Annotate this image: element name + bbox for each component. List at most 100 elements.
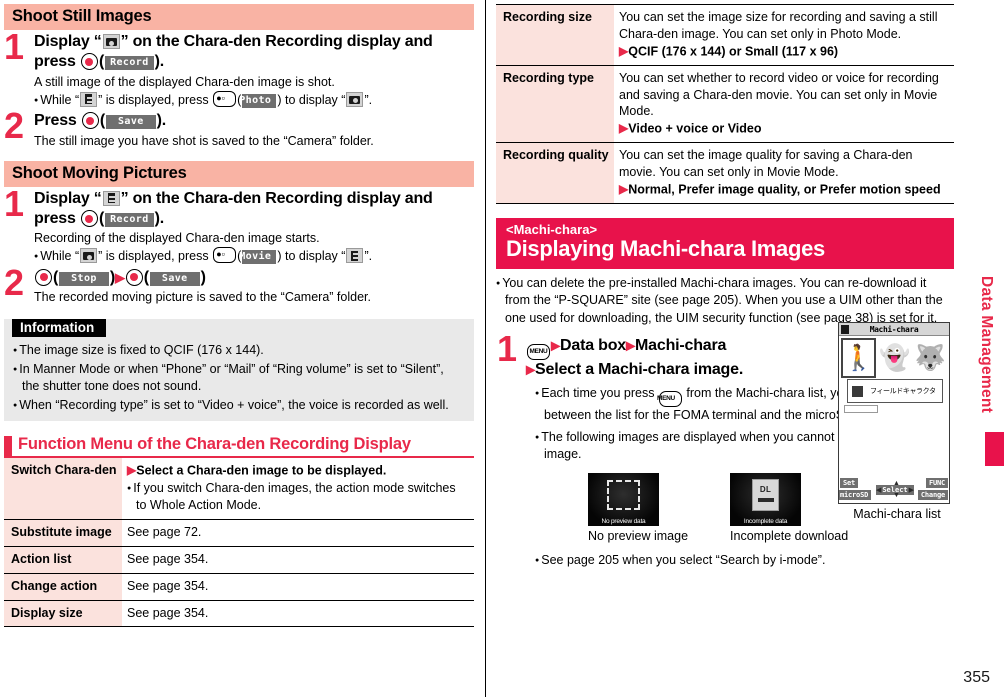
step-title-end: ). [156,112,167,130]
row-name: Action list [4,546,122,574]
movie-icon [346,248,364,264]
thumb-inner-caption: Incomplete data [743,517,788,525]
arrow-left-icon: ◀ [876,487,882,494]
table-row: Switch Chara-den ▶Select a Chara-den ima… [4,458,474,521]
row-subnote: If you switch Chara-den images, the acti… [127,480,469,514]
left-column: Shoot Still Images 1 Display “” on the C… [4,4,474,628]
menu-key-icon: MENU [527,343,550,360]
arrow-down-icon: ▼ [893,492,900,499]
row-desc-text: You can set whether to record video or v… [619,70,939,119]
phone-screen: Machi-chara 🚶 👻 🐺 フィールドキャラクター Set microS… [838,322,950,504]
red-arrow-icon: ▶ [114,269,125,285]
softkey-record: Record [105,213,154,227]
row-desc-text: You can set the image quality for saving… [619,148,913,179]
step-body: The still image you have shot is saved t… [34,133,374,148]
bullet-mid2: ) to display “ [277,92,346,107]
step-title: Display “” on the Chara-den Recording di… [34,189,433,227]
bullet-end: ”. [364,92,373,107]
softkey-movie: Movie [239,250,277,265]
step-select-text: Select a Machi-chara image. [535,360,744,378]
function-menu-table: Switch Chara-den ▶Select a Chara-den ima… [4,458,474,628]
row-options: ▶QCIF (176 x 144) or Small (117 x 96) [619,43,949,60]
dl-box-icon: DL [752,478,780,511]
softkey-select-group[interactable]: ▲ ▼ ◀ ▶ Select [875,480,915,499]
row-desc: You can set the image quality for saving… [614,142,954,204]
red-arrow-icon: ▶ [127,463,137,478]
step-title-pre: Display “ [34,33,102,50]
step-title-end: ). [154,210,165,227]
table-row: Action list See page 354. [4,546,474,574]
bullet-mid: ” is displayed, press [98,92,213,107]
step-body: A still image of the displayed Chara-den… [34,74,335,89]
softkey-set[interactable]: Set [840,478,859,488]
row-desc: See page 354. [122,573,474,601]
row-desc: See page 354. [122,600,474,628]
step-bullet-3: See page 205 when you select “Search by … [526,552,954,569]
softkey-microsd[interactable]: microSD [839,490,872,500]
information-item: When “Recording type” is set to “Video +… [4,395,474,414]
table-row: Substitute image See page 72. [4,519,474,548]
step-path-machichara: Machi-chara [635,336,727,354]
row-name: Substitute image [4,519,122,548]
dashed-box-icon [607,479,640,510]
function-menu-heading-text: Function Menu of the Chara-den Recording… [18,435,411,454]
row-name: Display size [4,600,122,628]
row-options: ▶Video + voice or Video [619,120,949,137]
center-key-icon [81,112,99,130]
camera-key-icon: ●▫ [213,90,237,107]
step-number: 2 [4,261,25,303]
bullet-pre: While “ [40,249,80,264]
machi-chara-item-2[interactable]: 👻 [878,338,912,378]
center-key-icon [35,268,52,286]
softkey-change[interactable]: Change [917,490,948,500]
step-title-pre: Press [34,112,81,130]
screenshot-caption: Machi-chara list [853,507,941,521]
table-row: Recording size You can set the image siz… [496,4,954,66]
row-options-text: Video + voice or Video [628,121,762,136]
no-preview-image-icon: No preview data [588,472,659,526]
softkey-func[interactable]: FUNC [925,478,948,488]
red-arrow-icon: ▶ [619,43,629,58]
softkey-stop: Stop [59,271,109,286]
function-menu-heading: Function Menu of the Chara-den Recording… [4,435,474,459]
row-options-text: QCIF (176 x 144) or Small (117 x 96) [628,44,839,58]
step-number: 1 [497,327,518,369]
row-name: Change action [4,573,122,601]
phone-status-icon [841,325,849,334]
bullet-pre: Each time you press [541,385,658,400]
thumb-incomplete-download: DL Incomplete data Incomplete download [730,472,848,543]
section-header-shoot-moving-pictures: Shoot Moving Pictures [4,160,474,187]
incomplete-download-icon: DL Incomplete data [730,472,802,526]
step-2-still: 2 Press (Save). The still image you have… [4,105,474,149]
phone-softkey-bar: Set microSD FUNC Change ▲ ▼ ◀ ▶ Select [839,477,949,503]
row-name: Recording type [496,65,614,144]
step-number: 1 [4,182,25,224]
step-1-still: 1 Display “” on the Chara-den Recording … [4,28,474,108]
movie-icon [102,190,120,206]
center-key-icon [80,53,98,71]
red-arrow-icon: ▶ [551,338,561,353]
step-title: Press (Save). [34,112,167,130]
step-number: 2 [4,105,25,147]
step-bullet: While “” is displayed, press ●▫(Movie) t… [34,247,474,265]
bullet-end: ”. [364,249,373,264]
step-path-databox: Data box [560,336,627,354]
selection-outline [844,405,878,413]
machi-chara-thumb-grid: 🚶 👻 🐺 [839,336,949,378]
machi-chara-item-1[interactable]: 🚶 [841,338,876,378]
phone-title-bar: Machi-chara [839,323,949,336]
still-image-icon [346,91,364,107]
information-box: Information The image size is fixed to Q… [4,319,474,422]
table-row: Change action See page 354. [4,573,474,601]
page-number: 355 [963,669,990,686]
machi-chara-item-3[interactable]: 🐺 [914,338,948,378]
information-title: Information [12,319,107,338]
table-row: Recording type You can set whether to re… [496,65,954,144]
step-body: The recorded moving picture is saved to … [34,290,371,305]
column-divider [485,0,486,697]
side-tab-marker [985,432,1004,466]
row-desc: You can set the image size for recording… [614,4,954,66]
machi-chara-tooltip: フィールドキャラクター [847,379,943,417]
banner-tag: <Machi-chara> [506,222,598,237]
table-row: Recording quality You can set the image … [496,142,954,204]
